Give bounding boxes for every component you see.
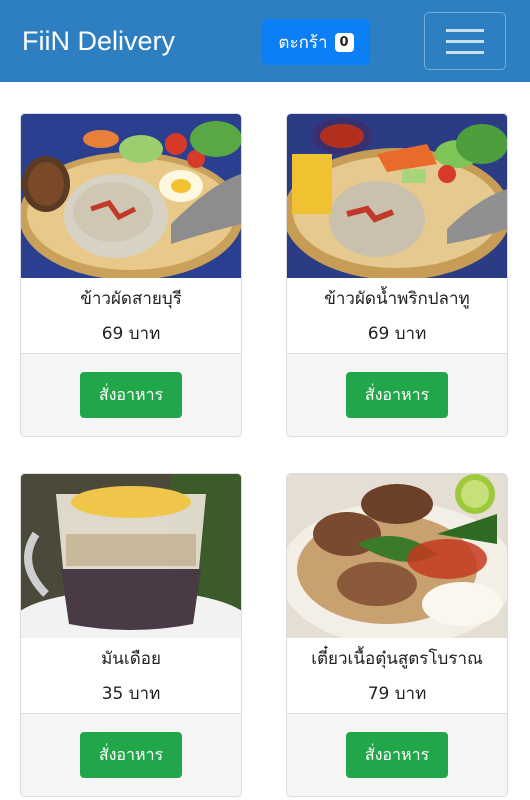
product-name: เตี๋ยวเนื้อตุ๋นสูตรโบราณ — [311, 649, 483, 669]
product-price: 35 บาท — [101, 684, 161, 704]
product-image — [21, 114, 241, 278]
product-image — [21, 474, 241, 638]
cart-count-badge: 0 — [334, 32, 354, 52]
order-button[interactable]: สั่งอาหาร — [346, 372, 448, 418]
product-price: 69 บาท — [101, 324, 161, 344]
card-footer: สั่งอาหาร — [287, 353, 507, 436]
cart-button[interactable]: ตะกร้า 0 — [262, 19, 370, 65]
product-name: ข้าวผัดสายบุรี — [80, 289, 182, 309]
order-button[interactable]: สั่งอาหาร — [80, 372, 182, 418]
card-footer: สั่งอาหาร — [21, 713, 241, 796]
product-price: 69 บาท — [367, 324, 427, 344]
product-card: เตี๋ยวเนื้อตุ๋นสูตรโบราณ 79 บาท สั่งอาหา… — [286, 473, 508, 797]
product-image — [287, 114, 507, 278]
product-image — [287, 474, 507, 638]
card-footer: สั่งอาหาร — [287, 713, 507, 796]
product-card: ข้าวผัดน้ำพริกปลาทู 69 บาท สั่งอาหาร — [286, 113, 508, 437]
cart-label: ตะกร้า — [278, 32, 328, 53]
navbar: FiiN Delivery ตะกร้า 0 — [0, 0, 530, 82]
product-card: ข้าวผัดสายบุรี 69 บาท สั่งอาหาร — [20, 113, 242, 437]
product-card: มันเดือย 35 บาท สั่งอาหาร — [20, 473, 242, 797]
product-name: ข้าวผัดน้ำพริกปลาทู — [324, 289, 470, 309]
order-button[interactable]: สั่งอาหาร — [80, 732, 182, 778]
brand-logo-text[interactable]: FiiN Delivery — [22, 22, 175, 60]
order-button[interactable]: สั่งอาหาร — [346, 732, 448, 778]
hamburger-menu-button[interactable] — [424, 12, 506, 70]
card-footer: สั่งอาหาร — [21, 353, 241, 436]
product-name: มันเดือย — [101, 649, 161, 669]
product-price: 79 บาท — [367, 684, 427, 704]
